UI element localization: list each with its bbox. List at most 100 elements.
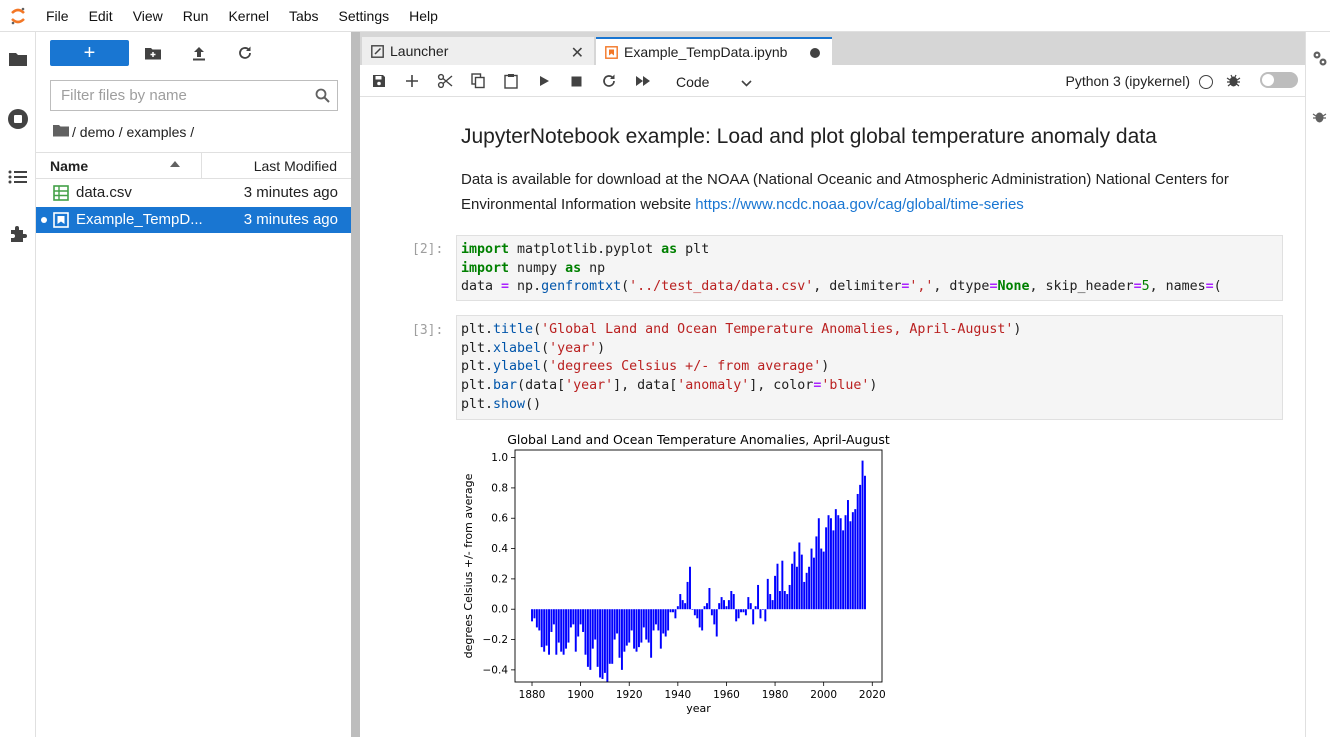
column-header-modified[interactable]: Last Modified bbox=[254, 158, 337, 174]
y-tick-label: 0.4 bbox=[491, 543, 508, 555]
menu-tabs[interactable]: Tabs bbox=[279, 0, 329, 32]
save-icon[interactable] bbox=[369, 72, 389, 90]
cut-icon[interactable] bbox=[435, 72, 455, 90]
file-name: data.csv bbox=[76, 184, 132, 201]
restart-kernel-icon[interactable] bbox=[599, 72, 619, 90]
chart-bar bbox=[844, 515, 847, 610]
markdown-heading: JupyterNotebook example: Load and plot g… bbox=[461, 125, 1157, 148]
jupyter-logo-icon bbox=[0, 0, 36, 32]
chart-bar bbox=[708, 587, 711, 610]
menu-edit[interactable]: Edit bbox=[79, 0, 123, 32]
extensions-icon[interactable] bbox=[6, 222, 30, 246]
y-tick-label: 0.0 bbox=[491, 604, 508, 616]
chart-bar bbox=[633, 609, 636, 649]
table-of-contents-icon[interactable] bbox=[6, 165, 30, 189]
breadcrumb-path[interactable]: / demo / examples / bbox=[72, 124, 194, 140]
menu-kernel[interactable]: Kernel bbox=[218, 0, 278, 32]
chart-bar bbox=[654, 609, 657, 625]
menu-run[interactable]: Run bbox=[173, 0, 219, 32]
chart-bar bbox=[535, 609, 538, 628]
filter-files-input[interactable] bbox=[51, 81, 307, 110]
home-folder-icon[interactable] bbox=[53, 124, 69, 140]
property-inspector-icon[interactable] bbox=[1312, 50, 1328, 71]
chart-bar bbox=[735, 609, 738, 622]
unsaved-dot-icon[interactable] bbox=[810, 48, 820, 58]
menu-file[interactable]: File bbox=[36, 0, 79, 32]
new-launcher-button[interactable]: + bbox=[50, 40, 129, 66]
chart-bar bbox=[851, 512, 854, 610]
chart-bar bbox=[591, 609, 594, 649]
debugger-toggle[interactable] bbox=[1260, 72, 1298, 88]
right-sidebar-rail bbox=[1305, 32, 1330, 737]
chart-bar bbox=[696, 609, 699, 619]
chart-bar bbox=[849, 521, 852, 610]
chart-bar bbox=[752, 609, 755, 625]
code-cell-2[interactable]: plt.title('Global Land and Ocean Tempera… bbox=[456, 315, 1283, 420]
kernel-name[interactable]: Python 3 (ipykernel) bbox=[1065, 73, 1190, 89]
chart-bar bbox=[791, 563, 794, 610]
paste-icon[interactable] bbox=[501, 72, 521, 90]
kernel-idle-icon bbox=[1199, 75, 1213, 89]
chart-bar bbox=[647, 609, 650, 643]
code-cell-1[interactable]: import matplotlib.pyplot as plt import n… bbox=[456, 235, 1283, 301]
panel-splitter[interactable] bbox=[351, 32, 360, 737]
noaa-link[interactable]: https://www.ncdc.noaa.gov/cag/global/tim… bbox=[695, 196, 1024, 213]
y-tick-label: −0.2 bbox=[483, 634, 509, 646]
chart-bar bbox=[837, 515, 840, 610]
chart-bar bbox=[776, 563, 779, 610]
left-sidebar-rail bbox=[0, 32, 36, 737]
file-browser-panel: + / demo / examples / Name Last Modified bbox=[36, 32, 351, 737]
bug-icon[interactable] bbox=[1226, 73, 1242, 89]
chart-bar bbox=[582, 609, 585, 632]
chart-bar bbox=[545, 609, 548, 646]
chart-bar bbox=[827, 515, 830, 610]
chart-bar bbox=[681, 600, 684, 610]
chart-bar bbox=[589, 609, 592, 670]
chart-bar bbox=[596, 609, 599, 667]
folder-icon[interactable] bbox=[6, 47, 30, 71]
chart-bar bbox=[718, 603, 721, 610]
chart-bar bbox=[618, 609, 621, 658]
add-cell-icon[interactable] bbox=[402, 72, 422, 90]
chart-bar bbox=[732, 594, 735, 610]
x-axis-label: year bbox=[686, 702, 711, 715]
chart-bar bbox=[662, 609, 665, 634]
run-all-icon[interactable] bbox=[633, 72, 653, 90]
stop-kernel-icon[interactable] bbox=[566, 72, 586, 90]
chart-bar bbox=[727, 600, 730, 610]
chart-bar bbox=[625, 609, 628, 646]
file-browser-toolbar: + bbox=[50, 40, 340, 68]
run-cell-icon[interactable] bbox=[534, 72, 554, 90]
refresh-icon[interactable] bbox=[235, 43, 255, 63]
file-row-example-tempdata[interactable]: Example_TempD... 3 minutes ago bbox=[36, 207, 351, 233]
new-folder-icon[interactable] bbox=[143, 43, 163, 63]
close-icon[interactable]: ✕ bbox=[571, 43, 584, 63]
main-dock-area: Launcher ✕ Example_TempData.ipynb Code P… bbox=[360, 32, 1305, 737]
chart-bar bbox=[565, 609, 568, 649]
search-icon bbox=[307, 88, 337, 103]
chart-bar bbox=[713, 609, 716, 625]
chart-bar bbox=[706, 603, 708, 610]
copy-icon[interactable] bbox=[468, 72, 488, 90]
column-header-name[interactable]: Name bbox=[50, 158, 88, 174]
menu-view[interactable]: View bbox=[123, 0, 173, 32]
upload-icon[interactable] bbox=[189, 43, 209, 63]
debugger-icon[interactable] bbox=[1312, 109, 1327, 127]
column-divider[interactable] bbox=[201, 153, 202, 178]
tab-example-tempdata[interactable]: Example_TempData.ipynb bbox=[596, 37, 832, 65]
chart-bar bbox=[606, 609, 609, 682]
chart-bar bbox=[781, 560, 784, 610]
cell-type-select[interactable]: Code bbox=[676, 71, 768, 93]
menu-settings[interactable]: Settings bbox=[329, 0, 400, 32]
chart-bar bbox=[567, 609, 570, 643]
y-tick-label: 0.2 bbox=[491, 573, 508, 585]
file-row-data-csv[interactable]: data.csv 3 minutes ago bbox=[36, 180, 351, 206]
chart-bar bbox=[720, 597, 723, 610]
tab-launcher[interactable]: Launcher ✕ bbox=[362, 37, 594, 65]
chart-bar bbox=[759, 609, 762, 619]
running-kernels-icon[interactable] bbox=[6, 107, 30, 131]
chart-bar bbox=[805, 572, 808, 610]
chart-bar bbox=[577, 609, 580, 637]
menu-help[interactable]: Help bbox=[399, 0, 448, 32]
toggle-knob bbox=[1262, 74, 1274, 86]
